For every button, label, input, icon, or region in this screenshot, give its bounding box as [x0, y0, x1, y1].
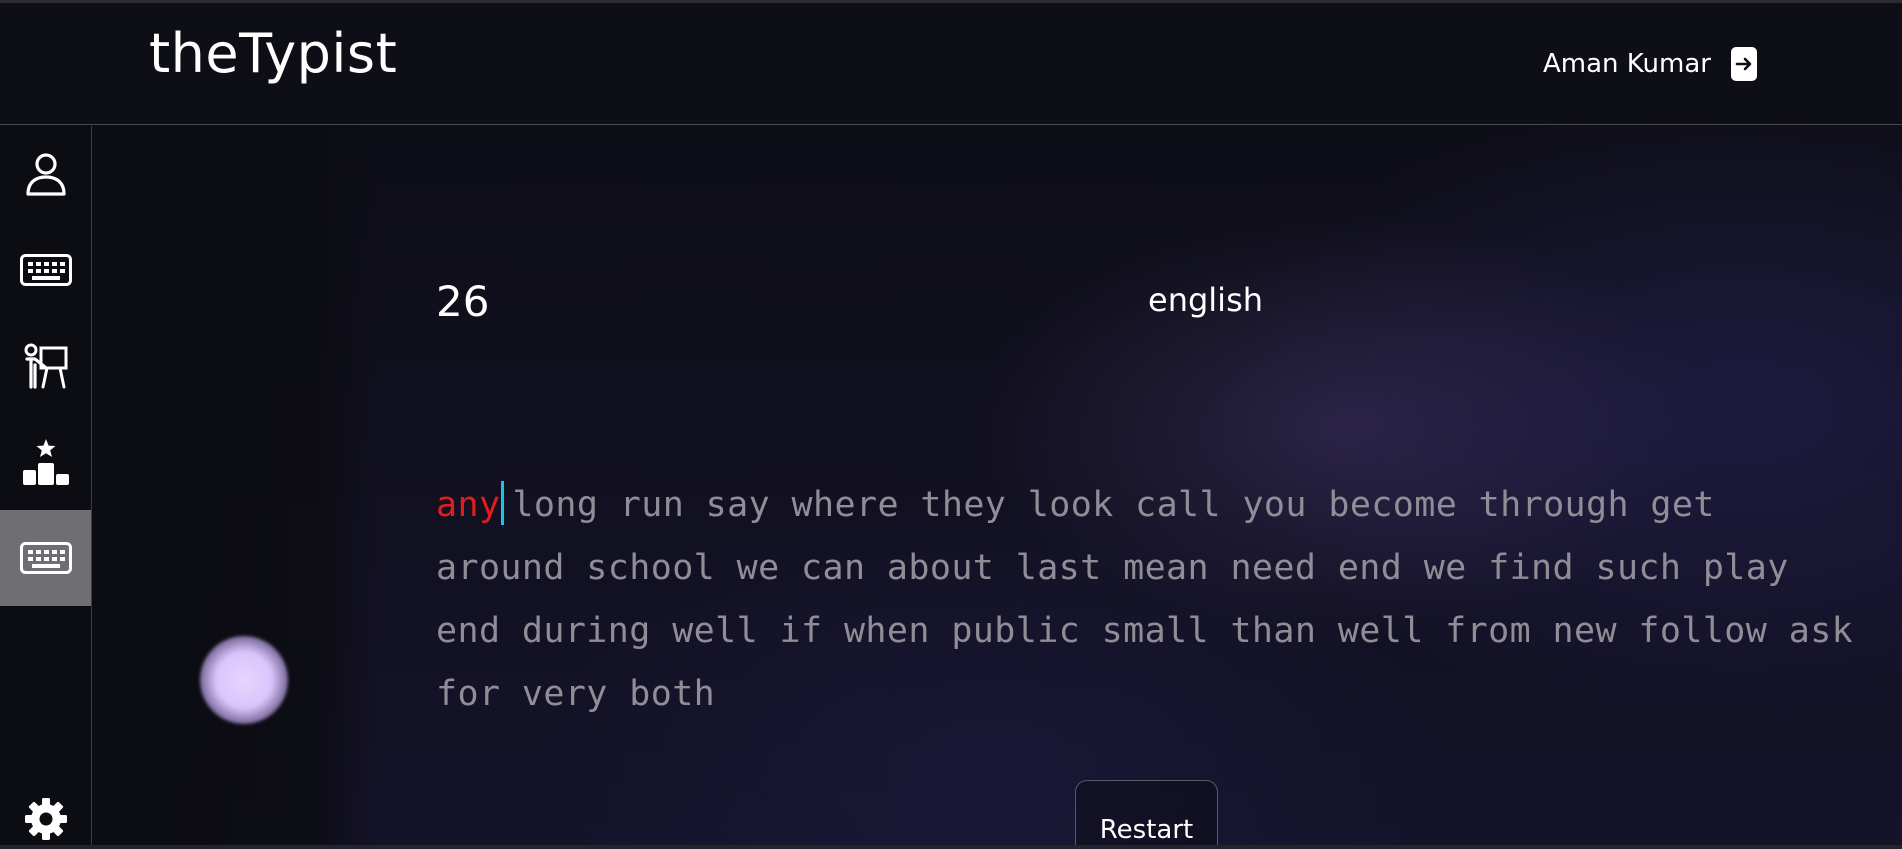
settings-button[interactable] — [0, 788, 91, 849]
sidebar-item-practice[interactable] — [0, 510, 91, 606]
text-caret — [501, 481, 505, 525]
logout-icon — [1731, 47, 1757, 81]
header: theTypist Aman Kumar — [0, 3, 1902, 125]
typed-word: any — [436, 485, 501, 525]
logout-button[interactable] — [1729, 45, 1759, 83]
keyboard-icon — [19, 254, 72, 286]
user-name[interactable]: Aman Kumar — [1543, 49, 1711, 79]
restart-label: Restart — [1099, 815, 1194, 845]
restart-button[interactable]: Restart — [1075, 780, 1218, 849]
gear-icon — [24, 797, 67, 840]
keyboard-icon — [19, 542, 72, 574]
leaderboard-podium-icon — [22, 439, 69, 485]
word-display[interactable]: any long run say where they look call you… — [436, 474, 1856, 726]
user-icon — [25, 153, 66, 196]
sidebar-item-profile[interactable] — [0, 126, 91, 222]
language-selector[interactable]: english — [1148, 281, 1263, 319]
logo[interactable]: theTypist — [149, 27, 397, 81]
cursor-glow — [200, 636, 288, 724]
sidebar — [0, 126, 92, 849]
teacher-board-icon — [24, 343, 67, 389]
sidebar-item-typing-test[interactable] — [0, 222, 91, 318]
app-root: theTypist Aman Kumar 26 english any long… — [0, 0, 1902, 849]
sidebar-item-leaderboard[interactable] — [0, 414, 91, 510]
bottom-strip — [0, 845, 1902, 849]
sidebar-item-lessons[interactable] — [0, 318, 91, 414]
timer: 26 — [436, 277, 490, 326]
user-area: Aman Kumar — [1543, 45, 1759, 83]
remaining-words: long run say where they look call you be… — [436, 485, 1854, 714]
